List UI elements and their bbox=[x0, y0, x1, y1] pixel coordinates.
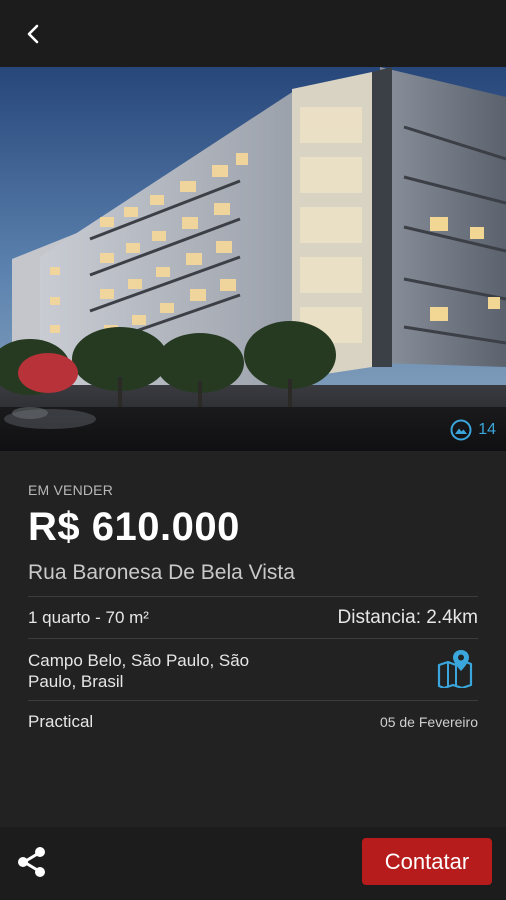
share-button[interactable] bbox=[15, 845, 49, 879]
listing-date: 05 de Fevereiro bbox=[379, 714, 478, 730]
chevron-left-icon bbox=[27, 24, 39, 44]
location-text: Campo Belo, São Paulo, São Paulo, Brasil bbox=[28, 651, 250, 691]
distance: Distancia: 2.4km bbox=[337, 607, 478, 628]
divider bbox=[28, 638, 478, 639]
share-icon bbox=[18, 847, 45, 877]
building-image bbox=[0, 67, 506, 451]
contact-button[interactable]: Contatar bbox=[362, 838, 492, 885]
top-bar bbox=[0, 0, 506, 67]
divider bbox=[28, 700, 478, 701]
divider bbox=[28, 596, 478, 597]
photo-count-number: 14 bbox=[478, 421, 496, 438]
listing-price: R$ 610.000 bbox=[28, 505, 240, 549]
bottom-bar: Contatar bbox=[0, 827, 506, 900]
agency-name: Practical bbox=[28, 712, 94, 731]
rooms-area: 1 quarto - 70 m² bbox=[28, 608, 149, 627]
photo-count[interactable]: 14 bbox=[450, 419, 496, 441]
map-button[interactable] bbox=[436, 648, 474, 690]
landscape-icon bbox=[450, 419, 472, 441]
listing-status: EM VENDER bbox=[28, 482, 114, 498]
map-pin-icon bbox=[437, 650, 473, 690]
photo-caption-strip bbox=[0, 407, 506, 451]
property-photo[interactable]: 14 bbox=[0, 67, 506, 451]
back-button[interactable] bbox=[16, 17, 50, 51]
listing-address: Rua Baronesa De Bela Vista bbox=[28, 561, 295, 584]
